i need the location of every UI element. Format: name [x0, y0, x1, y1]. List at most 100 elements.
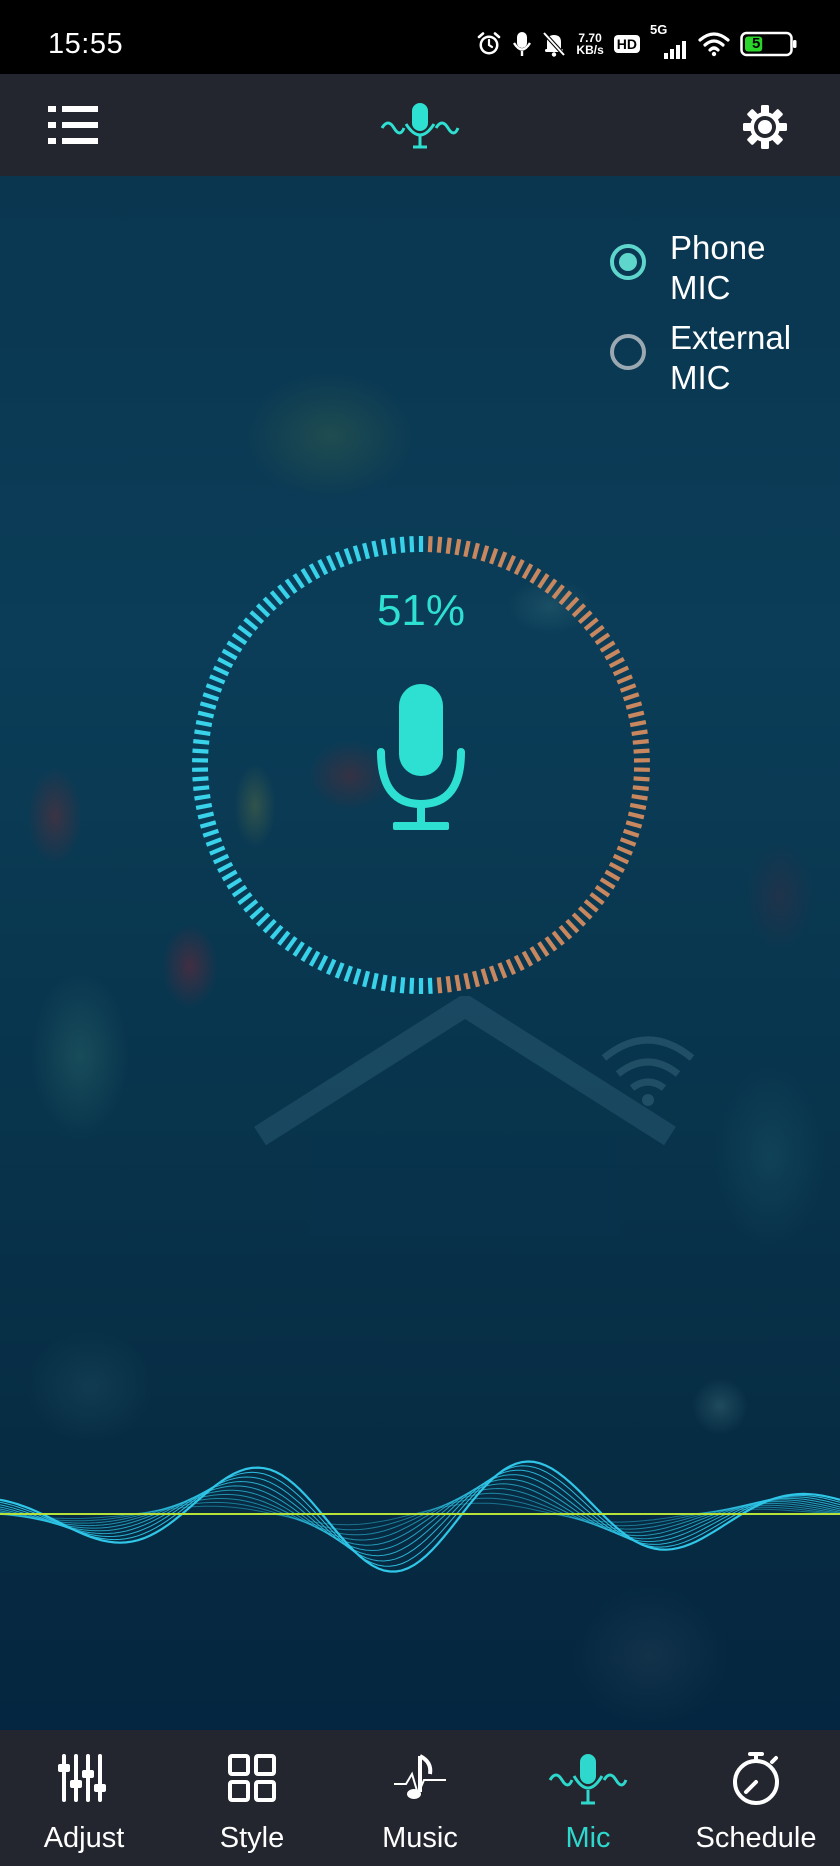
mic-icon[interactable] — [377, 684, 465, 834]
status-time: 15:55 — [48, 28, 124, 60]
level-tick — [195, 720, 213, 728]
level-tick — [317, 954, 329, 972]
nav-item-adjust[interactable]: Adjust — [0, 1730, 168, 1866]
level-tick — [209, 845, 226, 856]
level-tick — [521, 950, 534, 967]
level-tick — [631, 729, 648, 736]
nav-label-schedule: Schedule — [695, 1822, 817, 1854]
status-icons: 7.70 KB/s HD 5G 5 — [476, 22, 798, 64]
level-tick — [343, 965, 353, 982]
nav-item-music[interactable]: Music — [336, 1730, 504, 1866]
level-tick — [471, 970, 480, 988]
level-tick — [619, 683, 637, 693]
main-area: Phone MIC External MIC 51% — [0, 176, 840, 1730]
nav-label-adjust: Adjust — [43, 1822, 125, 1854]
level-tick — [608, 657, 625, 669]
level-tick — [308, 563, 321, 580]
level-tick — [317, 558, 329, 576]
level-tick — [463, 540, 471, 558]
level-tick — [633, 748, 650, 754]
level-tick — [513, 558, 525, 576]
mute-bell-icon — [542, 31, 566, 57]
level-tick — [489, 965, 499, 982]
level-tick — [243, 899, 259, 913]
level-tick — [594, 884, 611, 898]
level-tick — [571, 912, 587, 927]
external-mic-option[interactable]: External MIC — [606, 318, 826, 408]
music-note-icon — [394, 1754, 446, 1799]
net-speed-unit: KB/s — [576, 43, 604, 57]
audio-waveform — [0, 1460, 840, 1573]
level-tick — [625, 701, 643, 710]
level-tick — [551, 930, 565, 946]
level-tick — [284, 936, 298, 952]
level-tick — [212, 853, 230, 865]
nav-item-mic[interactable]: Mic — [504, 1730, 672, 1866]
level-tick — [193, 739, 210, 745]
level-tick — [427, 536, 433, 553]
level-tick — [599, 877, 616, 890]
phone-mic-option[interactable]: Phone MIC — [606, 228, 826, 318]
sliders-icon — [58, 1754, 106, 1802]
level-tick — [209, 674, 226, 685]
level-tick — [521, 563, 534, 580]
level-tick — [629, 802, 647, 810]
level-tick — [217, 657, 234, 669]
level-tick — [221, 869, 238, 882]
level-tick — [362, 970, 371, 988]
level-tick — [604, 869, 621, 882]
level-tick — [608, 861, 625, 873]
level-tick — [292, 941, 305, 957]
level-tick — [325, 554, 337, 572]
mic-level-meter[interactable]: 51% — [176, 520, 666, 1010]
level-tick — [352, 545, 362, 562]
gear-icon — [743, 105, 787, 149]
menu-button[interactable] — [48, 102, 100, 148]
level-tick — [619, 837, 637, 847]
hd-badge: HD — [613, 35, 640, 53]
external-mic-radio[interactable] — [610, 334, 646, 370]
level-tick — [300, 568, 313, 584]
level-tick — [583, 899, 599, 913]
level-tick — [454, 538, 462, 556]
nav-item-schedule[interactable]: Schedule — [672, 1730, 840, 1866]
level-tick — [625, 820, 643, 829]
level-tick — [231, 884, 248, 898]
level-tick — [622, 692, 640, 702]
battery-indicator: 5 — [740, 30, 798, 58]
alarm-icon — [478, 32, 501, 55]
net-speed: 7.70 KB/s — [576, 32, 603, 56]
nav-item-style[interactable]: Style — [168, 1730, 336, 1866]
level-tick — [537, 941, 550, 957]
level-tick — [399, 977, 406, 994]
level-tick — [409, 536, 415, 553]
level-tick — [334, 551, 345, 568]
wave-line — [0, 1469, 840, 1562]
level-tick — [277, 930, 291, 946]
level-tick — [529, 568, 542, 584]
level-tick — [599, 640, 616, 653]
network-type: 5G — [650, 22, 668, 37]
settings-button[interactable] — [742, 104, 788, 150]
level-tick — [497, 551, 508, 568]
level-tick — [197, 710, 215, 719]
level-tick — [604, 648, 621, 661]
level-tick — [362, 542, 371, 560]
level-tick — [255, 912, 271, 927]
level-tick — [445, 537, 452, 554]
level-tick — [480, 545, 490, 562]
level-tick — [612, 665, 630, 677]
level-tick — [471, 542, 480, 560]
level-tick — [463, 972, 471, 990]
cellular-signal: 5G — [650, 22, 688, 59]
wifi-icon — [698, 32, 730, 57]
level-tick — [237, 892, 253, 906]
phone-mic-radio[interactable] — [610, 244, 646, 280]
level-tick — [202, 828, 220, 838]
level-tick — [497, 962, 508, 979]
level-tick — [217, 861, 234, 873]
level-tick — [505, 554, 517, 572]
level-tick — [352, 968, 362, 985]
level-tick — [343, 548, 353, 565]
level-tick — [577, 905, 593, 920]
